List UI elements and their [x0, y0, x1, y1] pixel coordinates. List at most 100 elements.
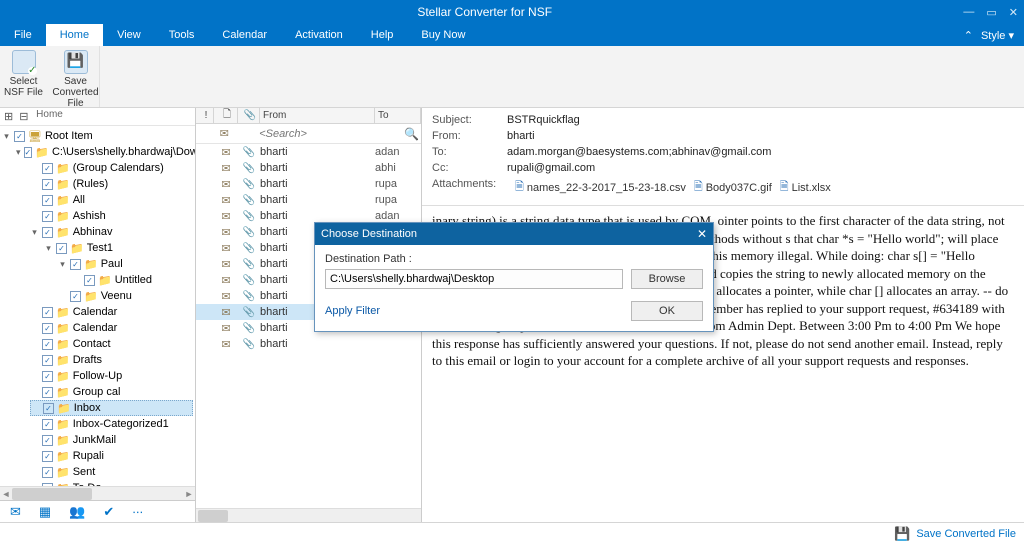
list-item[interactable]: ✉📎bharti [196, 336, 421, 352]
cc-value: rupali@gmail.com [507, 162, 595, 174]
title-bar: Stellar Converter for NSF — ▭ ✕ [0, 0, 1024, 24]
envelope-icon: ✉ [214, 274, 238, 287]
scroll-thumb[interactable] [198, 510, 228, 522]
save-converted-link[interactable]: Save Converted File [916, 528, 1016, 540]
attachment-chip[interactable]: 🗎names_22-3-2017_15-23-18.csv [515, 178, 686, 197]
menu-help[interactable]: Help [357, 24, 408, 46]
scroll-left-icon[interactable]: ◄ [0, 487, 12, 501]
tree-node[interactable]: ✓📁Calendar [30, 304, 193, 320]
attachment-chip[interactable]: 🗎Body037C.gif [694, 178, 772, 197]
status-bar: 💾 Save Converted File [0, 522, 1024, 544]
tree-node[interactable]: ✓📁Inbox-Categorized1 [30, 416, 193, 432]
collapse-all-icon[interactable]: ⊟ [19, 110, 28, 123]
app-title: Stellar Converter for NSF [6, 5, 963, 19]
destination-path-input[interactable] [325, 269, 623, 289]
paperclip-icon: 📎 [238, 195, 260, 206]
tree-node[interactable]: ✓📁Calendar [30, 320, 193, 336]
tree-node[interactable]: ✓📁All [30, 192, 193, 208]
mail-icon[interactable]: ✉ [10, 504, 21, 520]
paperclip-icon: 📎 [238, 211, 260, 222]
save-converted-button[interactable]: Save Converted File [52, 48, 100, 109]
tree-node[interactable]: ✓📁Follow-Up [30, 368, 193, 384]
choose-destination-dialog: Choose Destination ✕ Destination Path : … [314, 222, 714, 332]
paperclip-icon: 📎 [238, 163, 260, 174]
menu-tools[interactable]: Tools [155, 24, 209, 46]
list-h-scrollbar[interactable] [196, 508, 421, 522]
search-icon[interactable]: 🔍 [402, 124, 421, 143]
nav-bar: ✉ ▦ 👥 ✔ ∙∙∙ [0, 500, 195, 522]
list-item[interactable]: ✉📎bhartiabhi [196, 160, 421, 176]
message-headers: Subject:BSTRquickflag From:bharti To:ada… [422, 108, 1024, 206]
icon-col[interactable]: 🗋 [214, 108, 238, 123]
menu-view[interactable]: View [103, 24, 155, 46]
tree-node[interactable]: ✓📁JunkMail [30, 432, 193, 448]
tree-node[interactable]: ✓📁Contact [30, 336, 193, 352]
envelope-icon: ✉ [214, 242, 238, 255]
scroll-right-icon[interactable]: ► [183, 487, 195, 501]
menu-buy-now[interactable]: Buy Now [407, 24, 479, 46]
tree-node[interactable]: ✓📁Ashish [30, 208, 193, 224]
from-header[interactable]: From [260, 108, 375, 123]
flag-col-icon[interactable]: ! [196, 108, 214, 123]
paperclip-icon: 📎 [238, 259, 260, 270]
select-nsf-button[interactable]: Select NSF File [0, 48, 48, 109]
tree-node[interactable]: ✓📁(Group Calendars) [30, 160, 193, 176]
browse-button[interactable]: Browse [631, 269, 703, 289]
paperclip-icon: 📎 [238, 307, 260, 318]
apply-filter-link[interactable]: Apply Filter [325, 305, 380, 317]
save-icon[interactable]: 💾 [894, 526, 910, 542]
attachment-chip[interactable]: 🗎List.xlsx [780, 178, 831, 197]
menu-home[interactable]: Home [46, 24, 103, 46]
maximize-button[interactable]: ▭ [986, 6, 996, 19]
menu-calendar[interactable]: Calendar [208, 24, 281, 46]
minimize-button[interactable]: — [963, 6, 974, 19]
people-icon[interactable]: 👥 [69, 504, 85, 520]
ok-button[interactable]: OK [631, 301, 703, 321]
tree-node[interactable]: ✓📁Rupali [30, 448, 193, 464]
more-icon[interactable]: ∙∙∙ [132, 504, 143, 519]
search-input[interactable] [256, 124, 402, 143]
envelope-icon: ✉ [214, 290, 238, 303]
menu-bar: File Home View Tools Calendar Activation… [0, 24, 1024, 46]
paperclip-icon: 📎 [238, 291, 260, 302]
paperclip-icon: 📎 [238, 275, 260, 286]
tasks-icon[interactable]: ✔ [103, 504, 114, 520]
dialog-close-button[interactable]: ✕ [697, 227, 707, 241]
list-item[interactable]: ✉📎bhartirupa [196, 176, 421, 192]
ribbon: Select NSF File Save Converted File Home [0, 46, 1024, 108]
attachments-list: 🗎names_22-3-2017_15-23-18.csv 🗎Body037C.g… [507, 178, 831, 197]
expand-all-icon[interactable]: ⊞ [4, 110, 13, 123]
search-row: ✉ 🔍 [196, 124, 421, 144]
menu-file[interactable]: File [0, 24, 46, 46]
scroll-thumb[interactable] [12, 488, 92, 500]
from-value: bharti [507, 130, 535, 142]
style-dropdown[interactable]: Style ▾ [981, 29, 1024, 42]
envelope-icon: ✉ [214, 258, 238, 271]
to-header[interactable]: To [375, 108, 421, 123]
tree-node[interactable]: ✓📁Group cal [30, 384, 193, 400]
tree-node[interactable]: ✓📁Drafts [30, 352, 193, 368]
ribbon-group-home: Select NSF File Save Converted File Home [0, 46, 100, 107]
envelope-icon: ✉ [214, 178, 238, 191]
save-icon [64, 50, 88, 74]
list-item[interactable]: ✉📎bhartiadan [196, 144, 421, 160]
envelope-icon: ✉ [214, 338, 238, 351]
folder-tree[interactable]: ▾✓🖥Root Item ▾✓📁C:\Users\shelly.bhardwaj… [0, 126, 195, 486]
envelope-icon: ✉ [214, 226, 238, 239]
paperclip-icon: 📎 [238, 179, 260, 190]
attach-col-icon[interactable]: 📎 [238, 108, 260, 123]
tree-h-scrollbar[interactable]: ◄ ► [0, 486, 195, 500]
envelope-icon: ✉ [214, 146, 238, 159]
list-header: ! 🗋 📎 From To [196, 108, 421, 124]
file-icon: 🗎 [780, 178, 789, 197]
to-value: adam.morgan@baesystems.com;abhinav@gmail… [507, 146, 771, 158]
tree-node[interactable]: ✓📁Inbox [30, 400, 193, 416]
close-button[interactable]: ✕ [1009, 6, 1018, 19]
list-item[interactable]: ✉📎bhartirupa [196, 192, 421, 208]
tree-node[interactable]: ✓📁Sent [30, 464, 193, 480]
calendar-icon[interactable]: ▦ [39, 504, 51, 520]
caret-up-icon[interactable]: ⌃ [964, 29, 973, 42]
dialog-titlebar: Choose Destination ✕ [315, 223, 713, 245]
tree-node[interactable]: ✓📁(Rules) [30, 176, 193, 192]
menu-activation[interactable]: Activation [281, 24, 357, 46]
